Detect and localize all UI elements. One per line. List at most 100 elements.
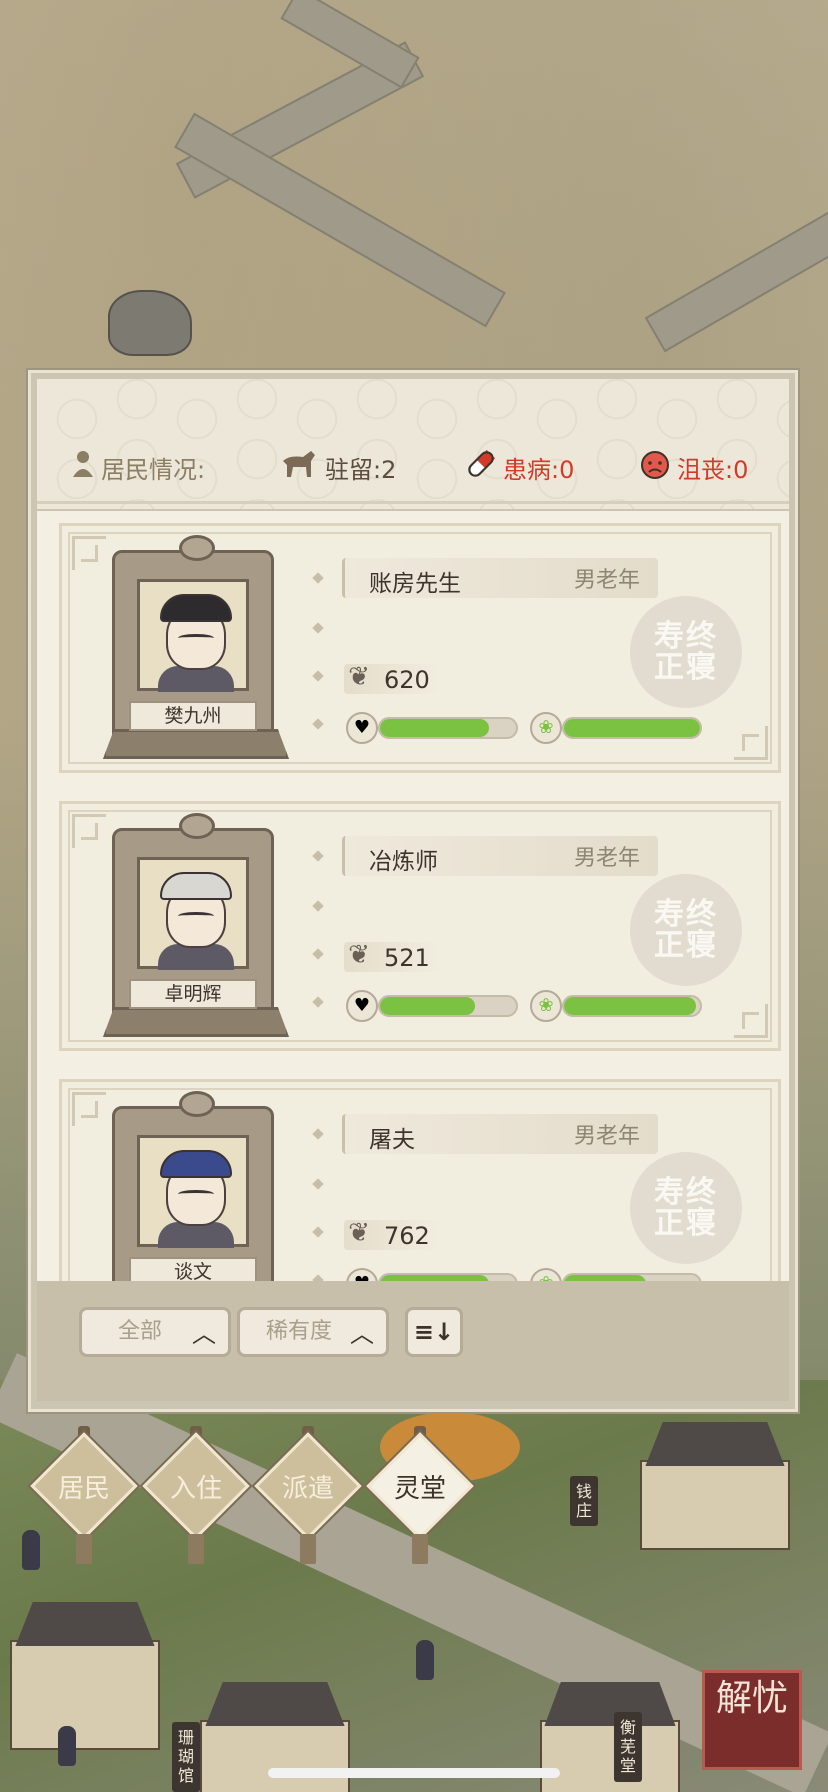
filter-rarity-dropdown[interactable]: 稀有度 ︿ [237,1307,389,1357]
frame-base [103,729,289,759]
health-bar-fill [380,719,489,737]
chevron-up-icon: ︿ [192,1320,216,1348]
mood-icon: ❀ [530,1268,562,1281]
sort-icon: ≡↓ [413,1318,455,1346]
sign-qianzhuang: 钱庄 [570,1476,598,1527]
frame-ornament [179,1091,215,1117]
avatar [137,1135,249,1248]
seal-stamp: 寿终正寝 [630,874,742,986]
health-bar [378,717,518,739]
health-bar-fill [380,997,476,1015]
villager-figure [416,1640,434,1680]
heart-stat: ❦ 762 [344,1218,440,1250]
sick-count: 患病:0 [503,455,575,484]
heart-value: 620 [384,666,430,694]
heart-stat: ❦ 620 [344,662,440,694]
resident-card[interactable]: 樊九州 账房先生 男老年 ❦ 620 ♥ ❀ 寿终正寝 [59,523,781,773]
seal-text: 寿终正寝 [654,618,718,685]
health-icon: ♥ [346,1268,378,1281]
filter-rarity-label: 稀有度 [266,1319,333,1344]
corner-ornament [72,1092,106,1126]
sad-face-icon [639,448,671,486]
frame-ornament [179,813,215,839]
town-building [540,1682,680,1792]
resident-status-bar: 居民情况: 驻留:2 患病:0 沮丧:0 [37,437,789,497]
status-sad: 沮丧:0 [639,448,748,486]
mood-bar [562,995,702,1017]
portrait-frame[interactable]: 卓明辉 [103,813,289,1037]
filter-all-dropdown[interactable]: 全部 ︿ [79,1307,231,1357]
avatar [137,579,249,692]
job-plate: 屠夫 男老年 [342,1114,658,1154]
corner-ornament [734,1004,768,1038]
mood-bar-fill [564,719,700,737]
portrait-frame[interactable]: 谈文 [112,1091,274,1281]
town-building [10,1602,160,1750]
frame-base [103,1007,289,1037]
corner-ornament [72,814,106,848]
tab-label: 居民 [57,1474,110,1504]
seal-stamp: 寿终正寝 [630,596,742,708]
resident-card[interactable]: 卓明辉 冶炼师 男老年 ❦ 521 ♥ ❀ 寿终正寝 [59,801,781,1051]
portrait-frame[interactable]: 樊九州 [103,535,289,759]
health-icon: ♥ [346,712,378,744]
avatar-hat [160,872,232,900]
heart-value: 521 [384,944,430,972]
sign-hengwutang: 衡芜堂 [614,1712,642,1782]
resident-tag: 男老年 [573,568,640,593]
resident-card[interactable]: 谈文 屠夫 男老年 ❦ 762 ♥ ❀ 寿终正寝 [59,1079,781,1281]
tab-stem [188,1534,204,1564]
status-stay: 驻留:2 [281,449,396,485]
resident-tag: 男老年 [573,846,640,871]
tab-1[interactable]: 入住 [142,1426,250,1564]
resident-list[interactable]: 樊九州 账房先生 男老年 ❦ 620 ♥ ❀ 寿终正寝 卓明辉 冶炼师 男老年 … [37,511,789,1281]
sad-count: 沮丧:0 [677,455,749,484]
job-plate: 冶炼师 男老年 [342,836,658,876]
status-label: 居民情况: [101,455,206,484]
tab-label: 派遣 [281,1474,334,1504]
sign-shanhuguan: 珊瑚馆 [172,1722,200,1792]
tab-0[interactable]: 居民 [30,1426,138,1564]
residents-panel: 居民情况: 驻留:2 患病:0 沮丧:0 樊九州 账房先生 男老年 ❦ 620 … [28,370,798,1412]
status-overview: 居民情况: [71,449,205,485]
jieyou-button[interactable]: 解忧 [702,1670,802,1770]
sort-button[interactable]: ≡↓ [405,1307,463,1357]
pill-icon [465,448,497,486]
mood-icon: ❀ [530,990,562,1022]
seal-text: 寿终正寝 [654,896,718,963]
corner-ornament [734,726,768,760]
resident-job: 账房先生 [369,571,461,597]
resident-tag: 男老年 [573,1124,640,1149]
town-building [200,1682,350,1792]
heart-icon: ❦ [348,940,370,970]
town-building [640,1422,790,1550]
tab-label: 灵堂 [393,1474,446,1504]
health-bar [378,995,518,1017]
frame-ornament [179,535,215,561]
status-sick: 患病:0 [465,448,574,486]
avatar-eyes [178,1190,214,1198]
avatar-hat [160,594,232,622]
resident-job: 屠夫 [369,1127,415,1153]
resident-name: 谈文 [129,1257,257,1281]
corner-ornament [72,536,106,570]
seal-text: 寿终正寝 [654,1174,718,1241]
tab-stem [300,1534,316,1564]
filter-bar: 全部 ︿ 稀有度 ︿ ≡↓ [37,1281,789,1401]
avatar-hat [160,1150,232,1178]
person-icon [71,449,95,485]
heart-icon: ❦ [348,662,370,692]
horse-icon [281,449,319,485]
header-divider [37,501,789,504]
avatar-eyes [178,634,214,642]
tab-3[interactable]: 灵堂 [366,1426,474,1564]
resident-name: 卓明辉 [129,979,257,1009]
home-indicator [268,1768,560,1778]
tab-2[interactable]: 派遣 [254,1426,362,1564]
resident-name: 樊九州 [129,701,257,731]
tab-label: 入住 [169,1474,222,1504]
villager-figure [58,1726,76,1766]
heart-value: 762 [384,1222,430,1250]
mood-bar [562,1273,702,1281]
avatar-eyes [178,912,214,920]
